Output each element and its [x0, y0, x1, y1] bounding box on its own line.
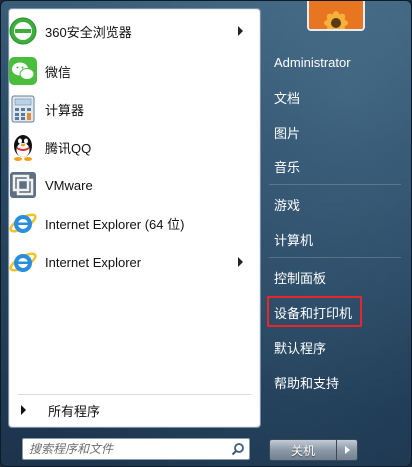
program-item-vmware[interactable]: VMware — [7, 167, 249, 203]
chevron-right-icon — [344, 446, 350, 454]
360-browser-icon — [7, 15, 39, 47]
program-item-calculator[interactable]: 计算器 — [7, 91, 249, 127]
program-item-360-browser[interactable]: 360安全浏览器 — [7, 13, 249, 49]
wechat-icon — [7, 55, 39, 87]
right-link-games[interactable]: 游戏 — [274, 191, 300, 217]
program-item-wechat[interactable]: 微信 — [7, 53, 249, 89]
program-label: 计算器 — [45, 102, 85, 118]
shutdown-label: 关机 — [290, 443, 315, 458]
right-link-user[interactable]: Administrator — [274, 49, 351, 75]
expand-arrow-icon — [21, 405, 26, 415]
right-link-music[interactable]: 音乐 — [274, 153, 300, 179]
program-label: VMware — [45, 177, 93, 193]
pictures-label: 图片 — [274, 125, 301, 141]
program-label: 腾讯QQ — [45, 140, 92, 156]
documents-label: 文档 — [274, 90, 301, 106]
all-programs-label: 所有程序 — [48, 403, 101, 419]
divider — [269, 184, 401, 185]
calculator-icon — [7, 93, 39, 125]
search-area — [8, 428, 261, 465]
start-menu: 360安全浏览器 微信 计算器 腾讯QQ VMware Internet Exp… — [0, 0, 412, 467]
all-programs-button[interactable]: 所有程序 — [8, 394, 261, 426]
search-box — [22, 438, 250, 460]
right-link-documents[interactable]: 文档 — [274, 84, 300, 110]
vmware-icon — [7, 169, 39, 201]
right-link-pictures[interactable]: 图片 — [274, 119, 300, 145]
right-link-help[interactable]: 帮助和支持 — [274, 369, 339, 395]
program-item-qq[interactable]: 腾讯QQ — [7, 129, 249, 165]
search-input[interactable] — [23, 439, 227, 459]
divider — [269, 257, 401, 258]
default-programs-label: 默认程序 — [274, 340, 327, 356]
submenu-arrow-icon[interactable] — [238, 257, 243, 267]
shutdown-options-button[interactable] — [336, 439, 358, 461]
right-link-default-programs[interactable]: 默认程序 — [274, 334, 326, 360]
help-label: 帮助和支持 — [274, 375, 340, 391]
highlight-box — [267, 296, 362, 327]
user-name: Administrator — [274, 54, 351, 70]
right-link-control-panel[interactable]: 控制面板 — [274, 264, 326, 290]
search-icon[interactable] — [227, 439, 249, 459]
program-label: 360安全浏览器 — [45, 24, 132, 40]
internet-explorer-icon — [7, 207, 39, 239]
program-label: 微信 — [45, 64, 72, 80]
program-item-ie[interactable]: Internet Explorer — [7, 244, 249, 280]
submenu-arrow-icon[interactable] — [238, 26, 243, 36]
internet-explorer-icon — [7, 246, 39, 278]
program-item-ie64[interactable]: Internet Explorer (64 位) — [7, 205, 249, 241]
games-label: 游戏 — [274, 197, 301, 213]
user-avatar[interactable] — [307, 1, 365, 31]
computer-label: 计算机 — [274, 232, 314, 248]
program-label: Internet Explorer (64 位) — [45, 216, 185, 232]
qq-icon — [7, 131, 39, 163]
program-label: Internet Explorer — [45, 254, 142, 270]
control-panel-label: 控制面板 — [274, 270, 327, 286]
right-link-computer[interactable]: 计算机 — [274, 226, 313, 252]
music-label: 音乐 — [274, 159, 301, 175]
shutdown-button[interactable]: 关机 — [269, 439, 337, 461]
